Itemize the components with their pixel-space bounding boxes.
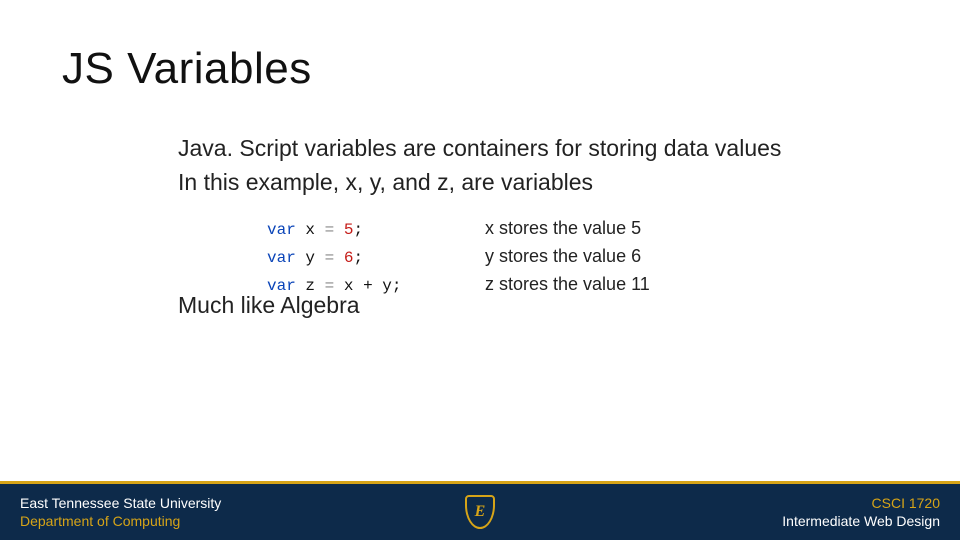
paragraph-1: Java. Script variables are containers fo… (178, 135, 838, 163)
rest: x + y; (344, 277, 402, 295)
footer-right: CSCI 1720 Intermediate Web Design (782, 494, 940, 530)
shield-icon: E (465, 495, 495, 529)
var-name: y (305, 249, 315, 267)
equals: = (325, 249, 335, 267)
logo-letter: E (475, 503, 486, 521)
slide-title: JS Variables (62, 44, 312, 94)
explain-line: x stores the value 5 (485, 214, 650, 242)
logo: E (465, 495, 495, 529)
keyword: var (267, 221, 296, 239)
code-line: var z = x + y; (267, 272, 401, 300)
paragraph-2: In this example, x, y, and z, are variab… (178, 169, 838, 197)
code-line: var y = 6; (267, 244, 401, 272)
course-code: CSCI 1720 (782, 494, 940, 512)
slide: JS Variables Java. Script variables are … (0, 0, 960, 540)
university-name: East Tennessee State University (20, 494, 221, 512)
keyword: var (267, 277, 296, 295)
course-name: Intermediate Web Design (782, 512, 940, 530)
rest: ; (353, 221, 363, 239)
department-name: Department of Computing (20, 512, 221, 530)
var-name: x (305, 221, 315, 239)
equals: = (325, 221, 335, 239)
footer-left: East Tennessee State University Departme… (20, 494, 221, 530)
code-block: var x = 5; var y = 6; var z = x + y; (267, 216, 401, 300)
footer: East Tennessee State University Departme… (0, 484, 960, 540)
explain-line: y stores the value 6 (485, 242, 650, 270)
equals: = (325, 277, 335, 295)
var-name: z (305, 277, 315, 295)
code-explain: x stores the value 5 y stores the value … (485, 214, 650, 298)
explain-line: z stores the value 11 (485, 270, 650, 298)
keyword: var (267, 249, 296, 267)
accent-bar (0, 481, 960, 484)
code-line: var x = 5; (267, 216, 401, 244)
rest: ; (353, 249, 363, 267)
